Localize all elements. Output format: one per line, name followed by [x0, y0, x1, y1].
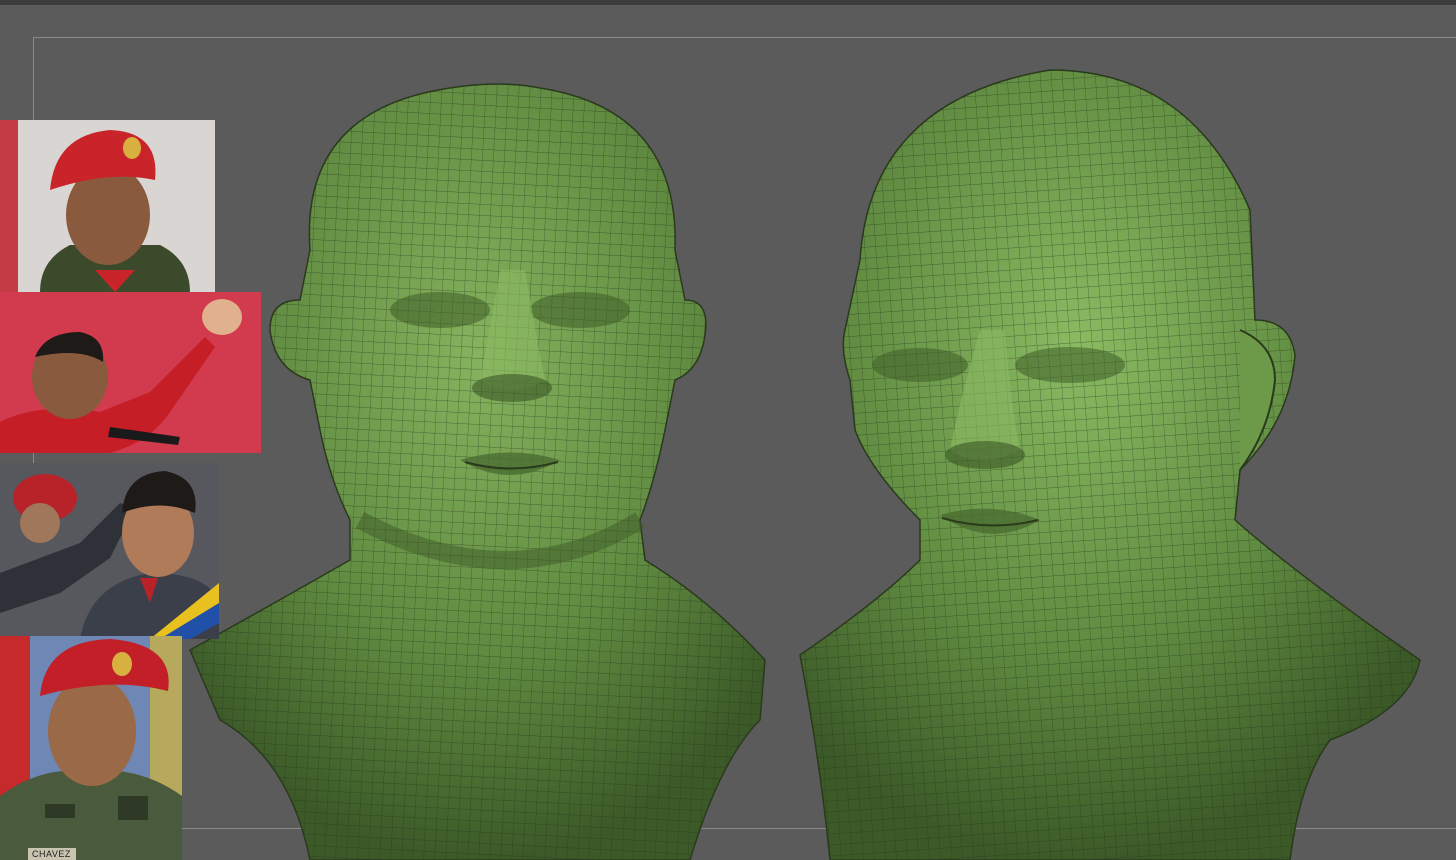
ref-photo-red-beret-profile [0, 120, 215, 292]
ref-photo-raised-fist-speech [0, 292, 261, 453]
mesh-silhouette-turned [799, 69, 1421, 860]
head-mesh-three-quarter-view[interactable] [770, 0, 1456, 860]
ref-photo-uniform-portrait: CHAVEZ [0, 636, 182, 860]
ref-photo-military-salute [0, 463, 219, 639]
uniform-name-tag: CHAVEZ [32, 849, 71, 859]
mesh-silhouette-front [189, 83, 766, 860]
3d-viewport[interactable]: CHAVEZ [0, 0, 1456, 860]
